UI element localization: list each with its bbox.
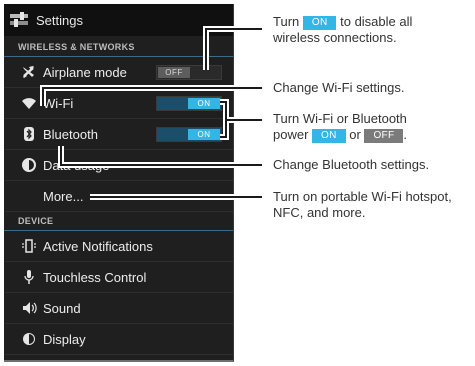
callout-power-mid: or <box>349 127 361 142</box>
touchless-control-row[interactable]: Touchless Control <box>4 262 233 293</box>
airplane-mode-label: Airplane mode <box>43 64 127 80</box>
active-notifications-label: Active Notifications <box>43 238 153 254</box>
more-row[interactable]: More... <box>4 181 233 212</box>
wifi-row[interactable]: Wi-Fi ON <box>4 88 233 119</box>
more-label: More... <box>43 188 84 204</box>
callout-airplane-post: to disable all <box>340 14 413 29</box>
off-pill: OFF <box>364 129 404 143</box>
sound-row[interactable]: Sound <box>4 293 233 324</box>
display-label: Display <box>43 331 86 347</box>
callout-more-line1: Turn on portable Wi-Fi hotspot, <box>273 189 452 204</box>
callout-power-post: . <box>403 127 407 142</box>
on-pill: ON <box>312 129 346 143</box>
callout-power-pre: power <box>273 127 309 142</box>
wifi-label: Wi-Fi <box>43 95 74 111</box>
callout-more-line2: NFC, and more. <box>273 205 366 220</box>
callout-airplane: Turn ON to disable all wireless connecti… <box>273 14 412 46</box>
brightness-icon <box>21 331 37 347</box>
callout-wifi: Change Wi-Fi settings. <box>273 80 405 95</box>
callout-more: Turn on portable Wi-Fi hotspot, NFC, and… <box>273 189 452 221</box>
airplane-mode-toggle[interactable]: OFF <box>156 65 222 80</box>
active-notifications-row[interactable]: Active Notifications <box>4 231 233 262</box>
callout-power: Turn Wi-Fi or Bluetooth power ON or OFF. <box>273 111 407 143</box>
phone-vibrate-icon <box>21 238 37 254</box>
speaker-icon <box>21 300 37 316</box>
callout-airplane-line2: wireless connections. <box>273 30 397 45</box>
action-bar: Settings <box>4 4 233 36</box>
callout-airplane-pre: Turn <box>273 14 300 29</box>
airplane-icon <box>21 64 37 80</box>
wifi-toggle[interactable]: ON <box>156 96 222 111</box>
sound-label: Sound <box>43 300 81 316</box>
settings-screen: Settings WIRELESS & NETWORKS Airplane mo… <box>4 4 234 362</box>
bluetooth-toggle-state: ON <box>188 129 220 140</box>
on-pill: ON <box>302 16 337 30</box>
section-header-wireless: WIRELESS & NETWORKS <box>4 42 233 57</box>
bluetooth-row[interactable]: Bluetooth ON <box>4 119 233 150</box>
section-header-device: DEVICE <box>4 216 233 231</box>
settings-sliders-icon[interactable] <box>10 12 30 28</box>
callout-bluetooth: Change Bluetooth settings. <box>273 157 430 172</box>
airplane-mode-row[interactable]: Airplane mode OFF <box>4 57 233 88</box>
wifi-toggle-state: ON <box>188 98 220 109</box>
page-title: Settings <box>36 12 83 28</box>
bluetooth-icon <box>21 126 37 142</box>
airplane-mode-toggle-state: OFF <box>158 67 190 78</box>
data-usage-label: Data usage <box>43 157 110 173</box>
wifi-icon <box>21 95 37 111</box>
bluetooth-label: Bluetooth <box>43 126 98 142</box>
touchless-control-label: Touchless Control <box>43 269 147 285</box>
pie-chart-icon <box>21 157 37 173</box>
microphone-icon <box>21 269 37 285</box>
display-row[interactable]: Display <box>4 324 233 355</box>
callout-power-line1: Turn Wi-Fi or Bluetooth <box>273 111 407 126</box>
bluetooth-toggle[interactable]: ON <box>156 127 222 142</box>
data-usage-row[interactable]: Data usage <box>4 150 233 181</box>
